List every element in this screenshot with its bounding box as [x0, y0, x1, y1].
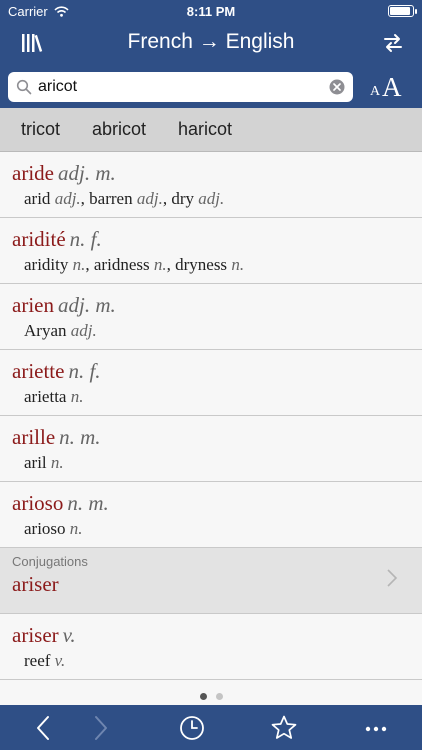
part-of-speech: n. m. [67, 491, 109, 515]
translations: Aryan adj. [24, 321, 97, 340]
list-item[interactable]: aridité n. f. aridity n., aridness n., dr… [0, 218, 422, 284]
list-item[interactable]: ariette n. f. arietta n. [0, 350, 422, 416]
more-icon[interactable] [362, 714, 390, 742]
list-item[interactable]: arioso n. m. arioso n. [0, 482, 422, 548]
search-field[interactable] [8, 72, 353, 102]
navigation-bar: Carrier 8:11 PM French → English aricot … [0, 0, 422, 108]
list-item-partial[interactable] [0, 680, 422, 688]
part-of-speech: adj. m. [57, 161, 116, 185]
list-item[interactable]: arien adj. m. Aryan adj. [0, 284, 422, 350]
translations: aridity n., aridness n., dryness n. [24, 255, 245, 274]
headword: aridité [12, 227, 66, 251]
list-item[interactable]: arille n. m. aril n. [0, 416, 422, 482]
page-dot-active[interactable] [200, 693, 207, 700]
list-item[interactable]: ariser v. reef v. [0, 614, 422, 680]
page-indicator [0, 688, 422, 705]
forward-icon[interactable] [86, 714, 114, 742]
page-dot[interactable] [216, 693, 223, 700]
suggestion-item[interactable]: abricot [92, 119, 146, 140]
list-item[interactable]: aride adj. m. arid adj., barren adj., dry… [0, 152, 422, 218]
headword: arioso [12, 491, 64, 515]
status-bar: Carrier 8:11 PM [0, 0, 422, 24]
part-of-speech: n. f. [69, 227, 102, 251]
headword: arille [12, 425, 56, 449]
headword: ariette [12, 359, 65, 383]
suggestion-item[interactable]: haricot [178, 119, 232, 140]
results-list: aride adj. m. arid adj., barren adj., dry… [0, 152, 422, 688]
back-icon[interactable] [30, 714, 58, 742]
toolbar [0, 705, 422, 750]
status-time: 8:11 PM [186, 4, 236, 19]
headword: ariser [12, 623, 59, 647]
battery-icon [388, 5, 417, 17]
part-of-speech: n. f. [68, 359, 101, 383]
suggestion-item[interactable]: tricot [21, 119, 60, 140]
part-of-speech: v. [62, 623, 76, 647]
history-icon[interactable] [178, 714, 206, 742]
suggestion-bar: tricot abricot haricot [0, 108, 422, 152]
clear-icon[interactable] [329, 79, 345, 95]
translations: arietta n. [24, 387, 84, 406]
conjugations-row[interactable]: Conjugations ariser [0, 548, 422, 614]
search-input[interactable] [38, 76, 323, 98]
font-size-button[interactable]: A A [366, 72, 410, 104]
translations: arioso n. [24, 519, 83, 538]
conjugations-label: Conjugations [12, 554, 88, 569]
headword: aride [12, 161, 54, 185]
page-title: French → English [127, 30, 295, 53]
translations: arid adj., barren adj., dry adj. [24, 189, 225, 208]
conjugation-verb: ariser [12, 572, 59, 596]
part-of-speech: adj. m. [57, 293, 116, 317]
swap-languages-icon[interactable] [382, 32, 404, 54]
translations: reef v. [24, 651, 66, 670]
search-icon [16, 79, 32, 95]
headword: arien [12, 293, 54, 317]
chevron-right-icon [387, 569, 398, 587]
favorites-icon[interactable] [270, 714, 298, 742]
translations: aril n. [24, 453, 64, 472]
part-of-speech: n. m. [59, 425, 101, 449]
